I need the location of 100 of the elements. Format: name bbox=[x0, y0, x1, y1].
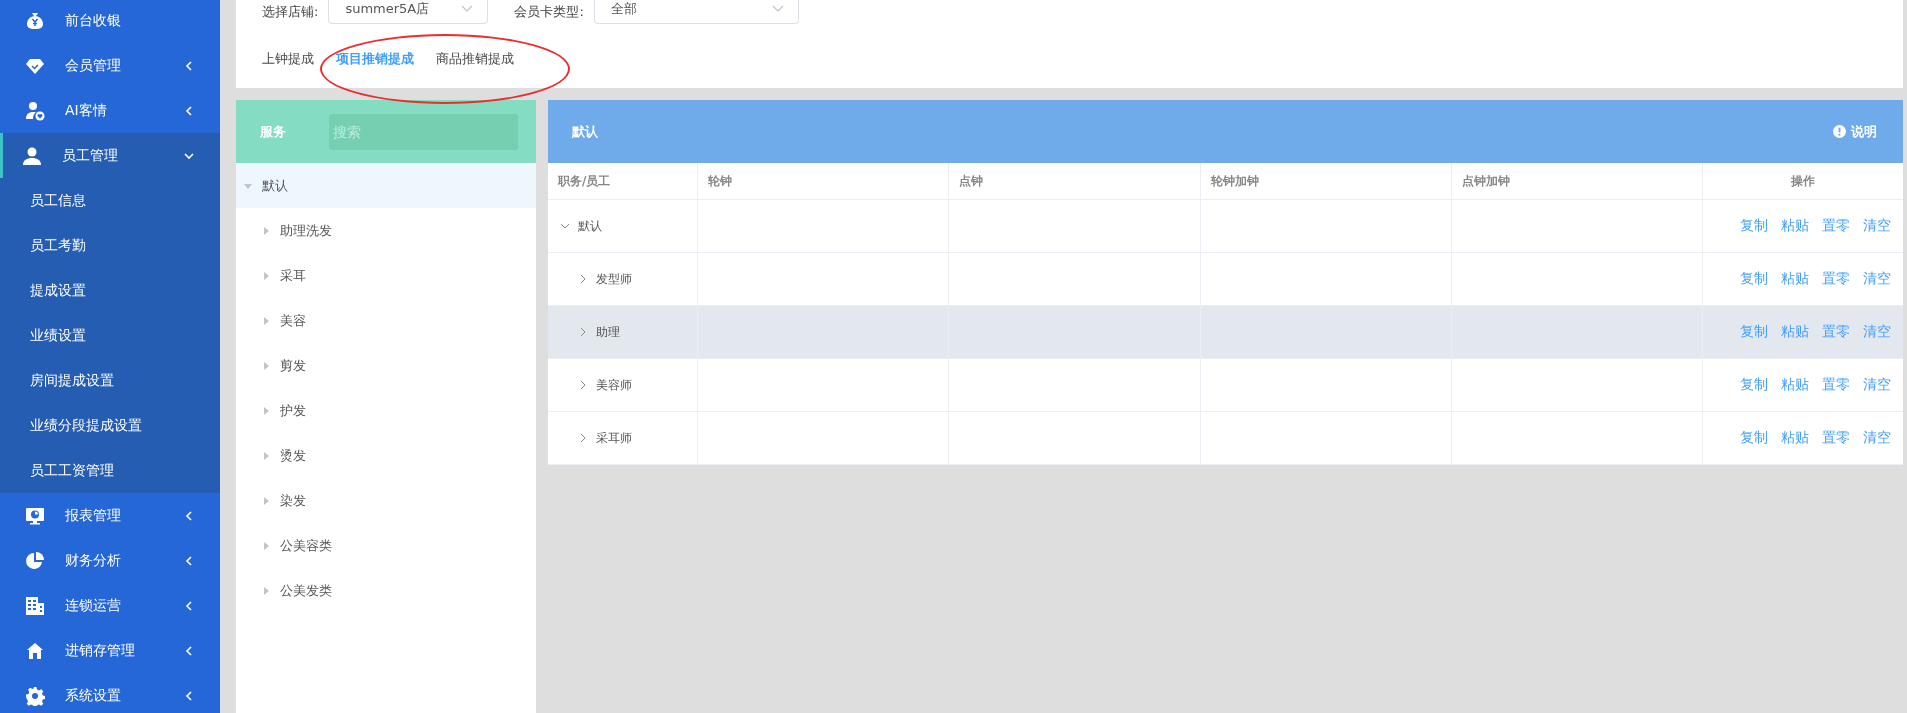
action-link[interactable]: 复制 bbox=[1740, 429, 1768, 445]
monitor-chart-icon bbox=[25, 505, 45, 526]
sidebar-item[interactable]: 财务分析 bbox=[0, 538, 220, 583]
info-icon bbox=[1833, 125, 1846, 138]
row-label: 助理 bbox=[596, 323, 620, 341]
action-link[interactable]: 置零 bbox=[1822, 270, 1850, 286]
nav-label: 会员管理 bbox=[65, 56, 122, 75]
chevron-left-icon bbox=[184, 690, 194, 701]
sidebar-item[interactable]: 员工管理 bbox=[0, 133, 220, 178]
triangle-right-icon bbox=[262, 496, 270, 505]
action-link[interactable]: 复制 bbox=[1740, 217, 1768, 233]
sidebar-item[interactable]: 连锁运营 bbox=[0, 583, 220, 628]
chevron-down-icon[interactable] bbox=[560, 221, 570, 231]
nav-label: 员工管理 bbox=[62, 146, 119, 165]
chevron-down-icon bbox=[184, 150, 194, 161]
triangle-down-icon bbox=[244, 181, 252, 190]
triangle-right-icon bbox=[262, 316, 270, 325]
tree-item[interactable]: 公美发类 bbox=[236, 568, 536, 613]
action-link[interactable]: 置零 bbox=[1822, 376, 1850, 392]
triangle-right-icon bbox=[262, 541, 270, 550]
building-icon bbox=[25, 595, 45, 616]
submenu-item[interactable]: 业绩分段提成设置 bbox=[0, 403, 220, 448]
action-link[interactable]: 复制 bbox=[1740, 376, 1768, 392]
panel-title: 服务 bbox=[260, 122, 287, 141]
chevron-left-icon bbox=[184, 600, 194, 611]
house-icon bbox=[25, 640, 45, 661]
submenu-item[interactable]: 提成设置 bbox=[0, 268, 220, 313]
chevron-left-icon bbox=[184, 555, 194, 566]
action-link[interactable]: 粘贴 bbox=[1781, 270, 1809, 286]
tree-label: 烫发 bbox=[280, 446, 306, 465]
submenu-item[interactable]: 员工信息 bbox=[0, 178, 220, 223]
tree-label: 护发 bbox=[280, 401, 306, 420]
row-label: 默认 bbox=[578, 217, 602, 235]
nav-label: 系统设置 bbox=[65, 686, 122, 705]
action-link[interactable]: 清空 bbox=[1863, 376, 1891, 392]
action-link[interactable]: 粘贴 bbox=[1781, 376, 1809, 392]
search-field[interactable]: 搜索 bbox=[329, 113, 518, 150]
submenu-item[interactable]: 业绩设置 bbox=[0, 313, 220, 358]
action-link[interactable]: 粘贴 bbox=[1781, 217, 1809, 233]
tree-item[interactable]: 公美容类 bbox=[236, 523, 536, 568]
chevron-right-icon[interactable] bbox=[578, 327, 588, 337]
nav-label: AI客情 bbox=[65, 101, 108, 120]
chevron-right-icon[interactable] bbox=[578, 274, 588, 284]
tree-item[interactable]: 默认 bbox=[236, 163, 536, 208]
nav-label: 进销存管理 bbox=[65, 641, 136, 660]
select-field[interactable]: 全部 bbox=[593, 0, 799, 24]
column-header: 点钟 bbox=[948, 163, 1200, 200]
action-link[interactable]: 清空 bbox=[1863, 429, 1891, 445]
tab[interactable]: 项目推销提成 bbox=[336, 50, 414, 68]
action-link[interactable]: 置零 bbox=[1822, 217, 1850, 233]
sidebar-item[interactable]: 报表管理 bbox=[0, 493, 220, 538]
sidebar-item[interactable]: 系统设置 bbox=[0, 673, 220, 713]
submenu-item[interactable]: 员工工资管理 bbox=[0, 448, 220, 493]
sidebar-item[interactable]: 前台收银 bbox=[0, 0, 220, 43]
column-header: 操作 bbox=[1702, 163, 1903, 200]
tree-item[interactable]: 剪发 bbox=[236, 343, 536, 388]
tree-label: 公美发类 bbox=[280, 581, 332, 600]
triangle-right-icon bbox=[262, 361, 270, 370]
select-field[interactable]: summer5A店 bbox=[328, 0, 489, 24]
tree-label: 美容 bbox=[280, 311, 306, 330]
column-header: 职务/员工 bbox=[548, 163, 698, 200]
nav-label: 前台收银 bbox=[65, 11, 122, 30]
pie-chart-icon bbox=[25, 550, 45, 571]
tree-item[interactable]: 护发 bbox=[236, 388, 536, 433]
chevron-left-icon bbox=[184, 510, 194, 521]
nav-label: 财务分析 bbox=[65, 551, 122, 570]
action-link[interactable]: 清空 bbox=[1863, 270, 1891, 286]
tree-item[interactable]: 烫发 bbox=[236, 433, 536, 478]
action-link[interactable]: 置零 bbox=[1822, 429, 1850, 445]
nav-label: 连锁运营 bbox=[65, 596, 122, 615]
tab[interactable]: 商品推销提成 bbox=[436, 50, 514, 68]
tree-item[interactable]: 美容 bbox=[236, 298, 536, 343]
column-header: 轮钟 bbox=[697, 163, 949, 200]
chevron-left-icon bbox=[184, 645, 194, 656]
column-header: 点钟加钟 bbox=[1451, 163, 1703, 200]
tab[interactable]: 上钟提成 bbox=[262, 50, 314, 68]
tree-item[interactable]: 助理洗发 bbox=[236, 208, 536, 253]
action-link[interactable]: 粘贴 bbox=[1781, 429, 1809, 445]
nav-label: 报表管理 bbox=[65, 506, 122, 525]
triangle-right-icon bbox=[262, 271, 270, 280]
gear-icon bbox=[25, 685, 45, 706]
submenu-item[interactable]: 房间提成设置 bbox=[0, 358, 220, 403]
sidebar-item[interactable]: AI客情 bbox=[0, 88, 220, 133]
tree-label: 公美容类 bbox=[280, 536, 332, 555]
tree-item[interactable]: 采耳 bbox=[236, 253, 536, 298]
action-link[interactable]: 清空 bbox=[1863, 217, 1891, 233]
sidebar-item[interactable]: 进销存管理 bbox=[0, 628, 220, 673]
tree-label: 染发 bbox=[280, 491, 306, 510]
chevron-right-icon[interactable] bbox=[578, 380, 588, 390]
action-link[interactable]: 复制 bbox=[1740, 270, 1768, 286]
triangle-right-icon bbox=[262, 451, 270, 460]
tree-item[interactable]: 染发 bbox=[236, 478, 536, 523]
column-header: 轮钟加钟 bbox=[1200, 163, 1452, 200]
row-label: 发型师 bbox=[596, 270, 632, 288]
triangle-right-icon bbox=[262, 226, 270, 235]
row-label: 美容师 bbox=[596, 376, 632, 394]
sidebar-item[interactable]: 会员管理 bbox=[0, 43, 220, 88]
panel-title: 默认 bbox=[572, 122, 598, 141]
chevron-right-icon[interactable] bbox=[578, 433, 588, 443]
submenu-item[interactable]: 员工考勤 bbox=[0, 223, 220, 268]
